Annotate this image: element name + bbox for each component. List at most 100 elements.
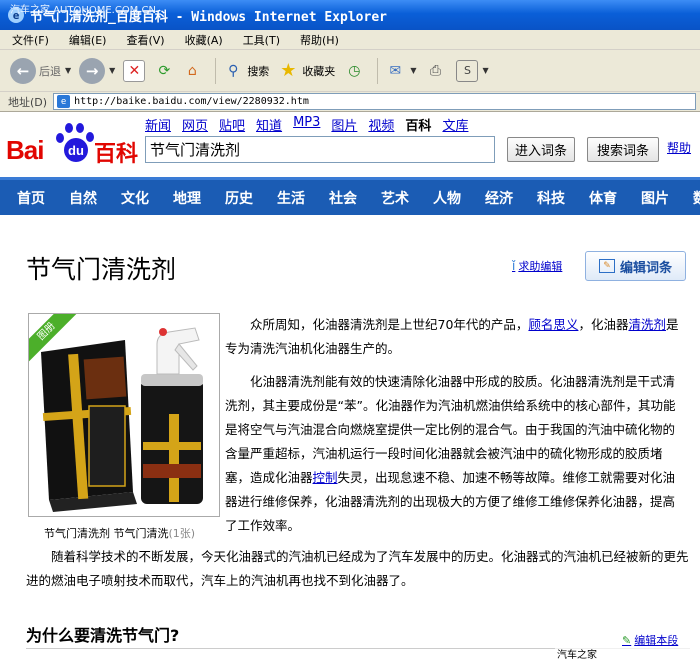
category-culture[interactable]: 文化: [121, 188, 149, 208]
nav-images[interactable]: 图片: [331, 115, 357, 134]
menu-favorites[interactable]: 收藏(A): [185, 32, 223, 48]
menu-tools[interactable]: 工具(T): [243, 32, 280, 48]
address-input[interactable]: e http://baike.baidu.com/view/2280932.ht…: [53, 93, 696, 110]
toolbar: ← 后退 ▼ → ▼ ✕ ⟳ ⌂ ⚲ 搜索 ★ 收藏夹 ◷ ✉ ▼ ⎙ S ▼: [0, 50, 700, 92]
search-entry-button[interactable]: 搜索词条: [587, 137, 659, 162]
category-home[interactable]: 首页: [17, 188, 45, 208]
link-cleaning[interactable]: 清洗: [628, 317, 653, 332]
star-icon: ★: [280, 60, 297, 81]
caption-count: (1张): [168, 527, 196, 540]
logo-baike-text: 百科: [94, 142, 139, 167]
top-watermark: 汽车之家 AUTOHOME.COM.CN: [10, 5, 156, 16]
category-economy[interactable]: 经济: [485, 188, 513, 208]
mail-button[interactable]: ✉ ▼: [384, 60, 416, 82]
link-control[interactable]: 控制: [313, 470, 338, 485]
category-technology[interactable]: 科技: [537, 188, 565, 208]
nav-video[interactable]: 视频: [368, 115, 394, 134]
category-nav: 首页 自然 文化 地理 历史 生活 社会 艺术 人物 经济 科技 体育 图片 数: [0, 177, 700, 215]
forward-arrow-icon: →: [79, 57, 106, 84]
history-icon[interactable]: ◷: [343, 60, 365, 82]
menu-edit[interactable]: 编辑(E): [69, 32, 107, 48]
paw-icon: du: [54, 121, 94, 165]
logo-du-text: du: [64, 138, 88, 162]
page-title: 节气门清洗剂: [26, 255, 177, 284]
menu-view[interactable]: 查看(V): [126, 32, 164, 48]
nav-mp3[interactable]: MP3: [293, 115, 320, 134]
product-image: [29, 314, 219, 516]
category-life[interactable]: 生活: [277, 188, 305, 208]
back-button[interactable]: ← 后退 ▼: [10, 57, 71, 84]
footer-watermark: 汽车之家 AUTOHOME.COM.CN: [555, 646, 700, 661]
nav-zhidao[interactable]: 知道: [256, 115, 282, 134]
address-url: http://baike.baidu.com/view/2280932.htm: [74, 96, 309, 107]
menu-file[interactable]: 文件(F): [12, 32, 49, 48]
p1-text-b: ，化油器: [578, 317, 629, 332]
edit-dropdown-icon[interactable]: ▼: [482, 66, 488, 75]
enter-entry-button[interactable]: 进入词条: [507, 137, 575, 162]
edit-page-icon: S: [456, 59, 479, 82]
link-guming-siyi[interactable]: 顾名思义: [528, 317, 578, 332]
category-geography[interactable]: 地理: [173, 188, 201, 208]
search-input-value: 节气门清洗剂: [150, 141, 241, 159]
category-nature[interactable]: 自然: [69, 188, 97, 208]
help-link[interactable]: 帮助: [667, 139, 691, 156]
back-dropdown-icon[interactable]: ▼: [65, 66, 71, 75]
edit-entry-button[interactable]: ✎ 编辑词条: [585, 251, 686, 281]
menu-help[interactable]: 帮助(H): [300, 32, 339, 48]
baidu-product-nav: 新闻 网页 贴吧 知道 MP3 图片 视频 百科 文库: [145, 115, 479, 134]
refresh-icon[interactable]: ⟳: [153, 60, 175, 82]
toolbar-separator: [215, 57, 217, 84]
page-icon: e: [57, 95, 71, 108]
baidu-header: Bai du 百科 新闻 网页 贴吧 知道 MP3 图片 视频 百科 文库 节气…: [0, 113, 700, 176]
link-cleaning-suffix[interactable]: 剂: [653, 317, 666, 332]
forward-dropdown-icon[interactable]: ▼: [109, 66, 115, 75]
p2-text-a: 化油器清洗剂能有效的快速清除化油器中形成的胶质。化油器清洗剂是干式清洗剂，其主要…: [225, 374, 676, 485]
address-label: 地址(D): [8, 95, 48, 109]
nav-news[interactable]: 新闻: [145, 115, 171, 134]
menubar: 文件(F) 编辑(E) 查看(V) 收藏(A) 工具(T) 帮助(H): [0, 30, 700, 50]
search-label: 搜索: [247, 64, 270, 78]
edit-pencil-icon: ✎: [598, 259, 615, 273]
paw-toe: [76, 123, 84, 133]
search-button[interactable]: ⚲ 搜索: [222, 60, 269, 82]
category-society[interactable]: 社会: [329, 188, 357, 208]
nav-web[interactable]: 网页: [182, 115, 208, 134]
address-bar: 地址(D) e http://baike.baidu.com/view/2280…: [0, 92, 700, 112]
nav-tieba[interactable]: 贴吧: [219, 115, 245, 134]
stop-icon[interactable]: ✕: [123, 59, 146, 82]
nav-baike: 百科: [405, 119, 432, 134]
category-images[interactable]: 图片: [641, 188, 669, 208]
paw-toe: [65, 123, 73, 133]
favorites-button[interactable]: ★ 收藏夹: [277, 60, 335, 82]
forward-button[interactable]: → ▼: [79, 57, 115, 84]
nav-wenku[interactable]: 文库: [442, 115, 468, 134]
paragraph-2: 化油器清洗剂能有效的快速清除化油器中形成的胶质。化油器清洗剂是干式清洗剂，其主要…: [225, 370, 685, 538]
category-people[interactable]: 人物: [433, 188, 461, 208]
paw-toe: [86, 132, 94, 142]
paragraph-1: 众所周知，化油器清洗剂是上世纪70年代的产品，顾名思义，化油器清洗剂是专为清洗汽…: [225, 313, 685, 361]
mail-dropdown-icon[interactable]: ▼: [410, 66, 416, 75]
category-art[interactable]: 艺术: [381, 188, 409, 208]
caption-text: 节气门清洗剂 节气门清洗: [44, 527, 169, 540]
print-icon[interactable]: ⎙: [424, 60, 446, 82]
mail-icon: ✉: [389, 62, 402, 79]
article-image[interactable]: 图册: [28, 313, 220, 517]
back-label: 后退: [39, 64, 61, 78]
home-icon[interactable]: ⌂: [181, 60, 203, 82]
baidu-logo[interactable]: Bai du 百科: [6, 121, 141, 169]
search-input[interactable]: 节气门清洗剂: [145, 136, 495, 163]
paw-toe: [56, 133, 64, 143]
bulb-icon: ǐ: [512, 259, 516, 273]
edit-entry-label: 编辑词条: [619, 260, 672, 276]
p1-text-a: 众所周知，化油器清洗剂是上世纪70年代的产品，: [250, 317, 529, 332]
category-sports[interactable]: 体育: [589, 188, 617, 208]
category-history[interactable]: 历史: [225, 188, 253, 208]
search-icon: ⚲: [228, 62, 239, 79]
edit-button[interactable]: S ▼: [456, 59, 489, 82]
logo-bai-text: Bai: [6, 135, 44, 165]
category-math[interactable]: 数: [693, 188, 700, 208]
help-edit-link[interactable]: ǐ 求助编辑: [512, 258, 562, 274]
back-arrow-icon: ←: [10, 57, 36, 84]
toolbar-separator: [377, 57, 379, 84]
section-title: 为什么要清洗节气门?: [26, 626, 180, 645]
